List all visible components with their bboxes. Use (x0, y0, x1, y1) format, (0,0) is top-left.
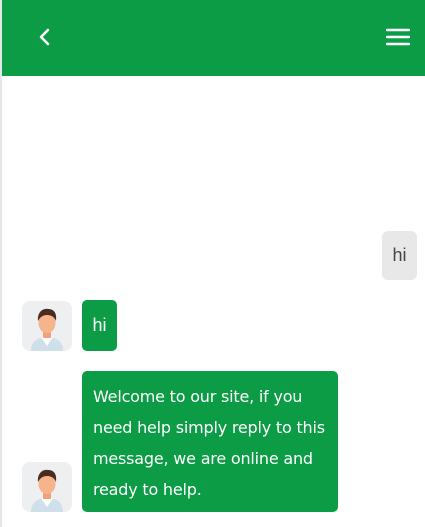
window-border (0, 0, 2, 527)
chat-header (2, 0, 425, 76)
bot-welcome-message: Welcome to our site, if you need help si… (82, 371, 338, 512)
agent-avatar-icon (31, 469, 63, 512)
chevron-left-icon (39, 28, 50, 46)
agent-avatar-icon (31, 308, 63, 351)
agent-avatar (22, 462, 72, 512)
agent-avatar (22, 301, 72, 351)
menu-button[interactable] (381, 22, 415, 52)
user-message-bubble: hi (382, 231, 417, 280)
hamburger-menu-icon (386, 28, 410, 46)
back-button[interactable] (28, 20, 62, 54)
chat-window: hi hi Welcome to our site, if you need h… (0, 0, 425, 527)
bot-message-bubble: hi (82, 300, 117, 351)
